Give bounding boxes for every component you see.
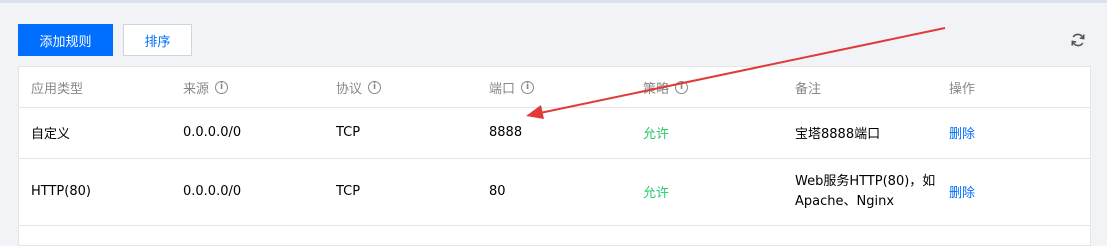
header-action: 操作 [949, 81, 976, 97]
header-port: 端口 i [489, 67, 535, 107]
note-line: Apache、Nginx [795, 193, 895, 209]
cell-policy: 允许 [643, 127, 670, 142]
table-row: HTTP(80) 0.0.0.0/0 TCP 80 允许 Web服务HTTP(8… [19, 158, 1090, 226]
cell-policy: 允许 [643, 186, 670, 201]
info-icon[interactable]: i [215, 80, 229, 94]
cell-source: 0.0.0.0/0 [183, 184, 242, 199]
cell-port: 8888 [489, 125, 523, 140]
header-source: 来源 i [183, 67, 229, 107]
delete-link[interactable]: 删除 [949, 158, 975, 225]
security-rules-table: 应用类型 来源 i 协议 i 端口 i 策略 i 备注 操作 自定义 0.0.0.0/0… [18, 66, 1091, 246]
cell-source: 0.0.0.0/0 [183, 125, 242, 140]
info-icon[interactable]: i [368, 80, 382, 94]
header-note: 备注 [795, 81, 822, 97]
cell-protocol: TCP [336, 184, 361, 199]
header-protocol: 协议 i [336, 67, 382, 107]
note-line: Web服务HTTP(80)，如 [795, 173, 936, 189]
table-row: 自定义 0.0.0.0/0 TCP 8888 允许 宝塔8888端口 删除 [19, 107, 1090, 159]
cell-app-type: 自定义 [31, 127, 71, 142]
cell-port: 80 [489, 184, 506, 199]
cell-note: 宝塔8888端口 [795, 127, 881, 142]
top-strip [0, 0, 1107, 3]
cell-note: Web服务HTTP(80)，如 Apache、Nginx [795, 158, 945, 225]
cell-protocol: TCP [336, 125, 361, 140]
sort-button[interactable]: 排序 [123, 24, 192, 56]
refresh-icon[interactable] [1067, 29, 1089, 51]
table-header-row: 应用类型 来源 i 协议 i 端口 i 策略 i 备注 操作 [19, 67, 1090, 108]
info-icon[interactable]: i [521, 80, 535, 94]
delete-link[interactable]: 删除 [949, 107, 975, 158]
info-icon[interactable]: i [675, 80, 689, 94]
header-policy: 策略 i [643, 67, 689, 107]
add-rule-button[interactable]: 添加规则 [18, 24, 113, 56]
cell-app-type: HTTP(80) [31, 184, 91, 199]
header-app-type: 应用类型 [31, 81, 84, 97]
